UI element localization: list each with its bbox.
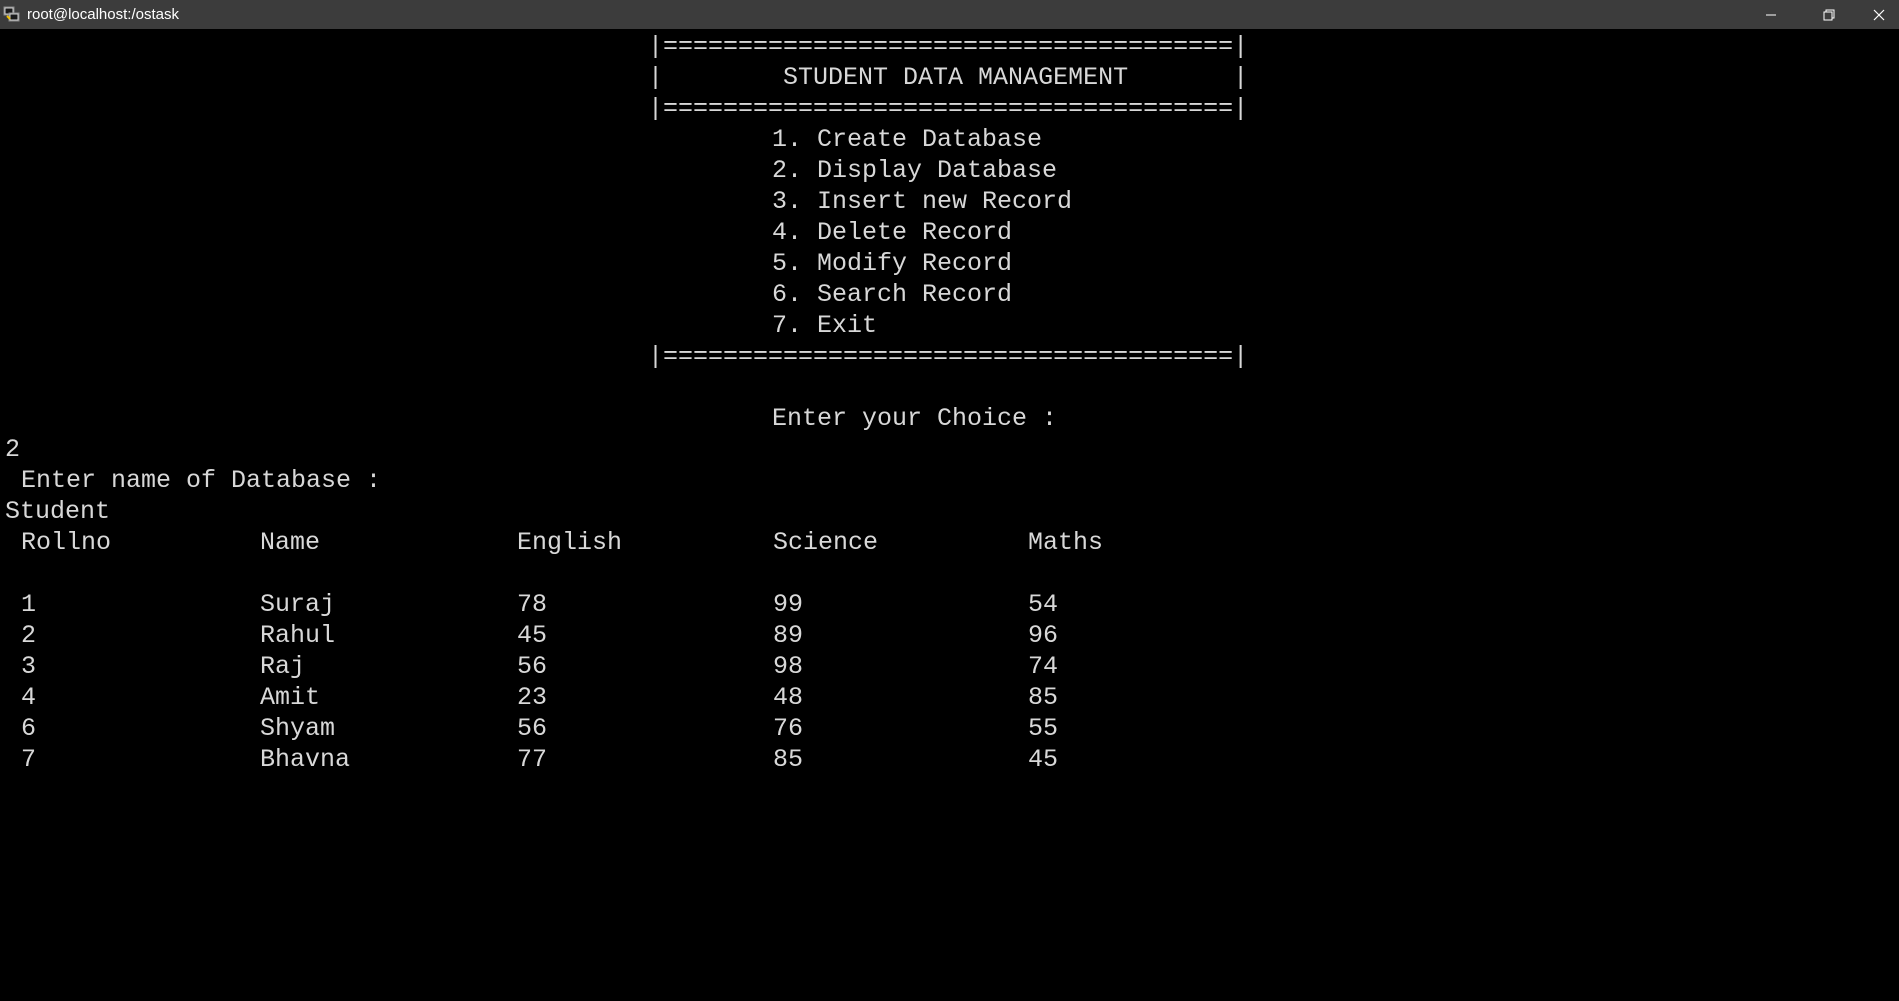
header-rollno: Rollno bbox=[21, 528, 112, 557]
cell-english: 78 bbox=[517, 590, 548, 619]
cell-rollno: 3 bbox=[21, 652, 37, 681]
cell-name: Raj bbox=[260, 652, 306, 681]
header-maths: Maths bbox=[1028, 528, 1104, 557]
cell-english: 56 bbox=[517, 714, 548, 743]
window-title: root@localhost:/ostask bbox=[27, 6, 179, 23]
minimize-icon[interactable] bbox=[1742, 0, 1800, 29]
menu-item-modify: 5. Modify Record bbox=[772, 249, 1013, 278]
menu-item-create: 1. Create Database bbox=[772, 125, 1043, 154]
db-name-input: Student bbox=[5, 497, 111, 526]
cell-maths: 74 bbox=[1028, 652, 1059, 681]
title-bar[interactable]: root@localhost:/ostask bbox=[0, 0, 1899, 29]
cell-name: Bhavna bbox=[260, 745, 351, 774]
close-icon[interactable] bbox=[1858, 0, 1899, 29]
cell-rollno: 6 bbox=[21, 714, 37, 743]
cell-english: 45 bbox=[517, 621, 548, 650]
cell-maths: 45 bbox=[1028, 745, 1059, 774]
cell-science: 85 bbox=[773, 745, 804, 774]
cell-science: 89 bbox=[773, 621, 804, 650]
terminal-window: root@localhost:/ostask |================… bbox=[0, 0, 1899, 1001]
cell-rollno: 2 bbox=[21, 621, 37, 650]
cell-maths: 54 bbox=[1028, 590, 1059, 619]
cell-english: 56 bbox=[517, 652, 548, 681]
cell-rollno: 7 bbox=[21, 745, 37, 774]
cell-english: 77 bbox=[517, 745, 548, 774]
menu-item-delete: 4. Delete Record bbox=[772, 218, 1013, 247]
menu-border-mid: |======================================| bbox=[648, 94, 1249, 123]
menu-item-display: 2. Display Database bbox=[772, 156, 1058, 185]
choice-prompt: Enter your Choice : bbox=[772, 404, 1058, 433]
cell-maths: 96 bbox=[1028, 621, 1059, 650]
cell-maths: 55 bbox=[1028, 714, 1059, 743]
header-science: Science bbox=[773, 528, 879, 557]
putty-icon[interactable] bbox=[3, 5, 21, 23]
cell-science: 76 bbox=[773, 714, 804, 743]
menu-border-bottom: |======================================| bbox=[648, 342, 1249, 371]
menu-item-search: 6. Search Record bbox=[772, 280, 1013, 309]
terminal-output[interactable]: |======================================|… bbox=[0, 29, 1899, 1001]
menu-heading: | STUDENT DATA MANAGEMENT | bbox=[648, 63, 1249, 92]
cell-science: 48 bbox=[773, 683, 804, 712]
menu-item-exit: 7. Exit bbox=[772, 311, 878, 340]
cell-maths: 85 bbox=[1028, 683, 1059, 712]
menu-border-top: |======================================| bbox=[648, 32, 1249, 61]
cell-rollno: 4 bbox=[21, 683, 37, 712]
cell-english: 23 bbox=[517, 683, 548, 712]
cell-name: Shyam bbox=[260, 714, 336, 743]
header-english: English bbox=[517, 528, 623, 557]
cell-science: 99 bbox=[773, 590, 804, 619]
cell-rollno: 1 bbox=[21, 590, 37, 619]
cell-name: Rahul bbox=[260, 621, 336, 650]
header-name: Name bbox=[260, 528, 321, 557]
cell-name: Suraj bbox=[260, 590, 336, 619]
restore-icon[interactable] bbox=[1800, 0, 1858, 29]
cell-science: 98 bbox=[773, 652, 804, 681]
cell-name: Amit bbox=[260, 683, 321, 712]
menu-item-insert: 3. Insert new Record bbox=[772, 187, 1073, 216]
db-name-prompt: Enter name of Database : bbox=[21, 466, 382, 495]
choice-input: 2 bbox=[5, 435, 21, 464]
